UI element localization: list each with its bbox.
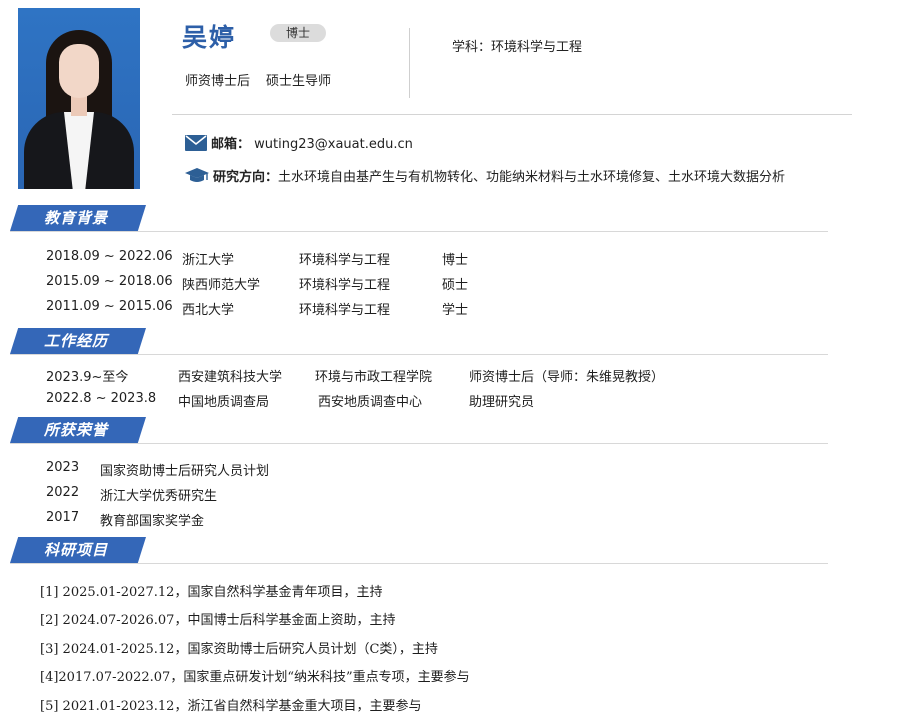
education-degree: 学士 bbox=[442, 303, 469, 318]
education-degree: 硕士 bbox=[442, 278, 469, 293]
section-rule bbox=[10, 354, 828, 355]
section-title-honors: 所获荣誉 bbox=[44, 421, 109, 439]
work-dept: 环境与市政工程学院 bbox=[315, 370, 433, 385]
honor-title: 浙江大学优秀研究生 bbox=[100, 489, 218, 504]
subject: 学科：环境科学与工程 bbox=[452, 40, 583, 55]
header-divider bbox=[172, 114, 852, 115]
work-role: 师资博士后（导师：朱维晃教授） bbox=[469, 370, 665, 385]
project-item: [5] 2021.01-2023.12，浙江省自然科学基金重大项目，主要参与 bbox=[40, 699, 422, 714]
degree-badge: 博士 bbox=[270, 24, 326, 42]
section-title-education: 教育背景 bbox=[44, 209, 109, 227]
email-label: 邮箱： bbox=[211, 137, 251, 152]
project-item: [2] 2024.07-2026.07，中国博士后科学基金面上资助，主持 bbox=[40, 613, 396, 628]
project-item: [4]2017.07-2022.07，国家重点研发计划“纳米科技”重点专项，主要… bbox=[40, 670, 470, 685]
title-supervisor: 硕士生导师 bbox=[266, 74, 332, 89]
section-title-work: 工作经历 bbox=[44, 332, 109, 350]
section-rule bbox=[10, 563, 828, 564]
education-period: 2011.09 ~ 2015.06 bbox=[46, 299, 173, 314]
project-item: [3] 2024.01-2025.12，国家资助博士后研究人员计划（C类），主持 bbox=[40, 642, 438, 657]
research-value: 土水环境自由基产生与有机物转化、功能纳米材料与土水环境修复、土水环境大数据分析 bbox=[278, 170, 786, 185]
email-row: 邮箱： wuting23@xauat.edu.cn bbox=[185, 133, 413, 155]
research-row: 研究方向：土水环境自由基产生与有机物转化、功能纳米材料与土水环境修复、土水环境大… bbox=[185, 166, 785, 189]
education-major: 环境科学与工程 bbox=[299, 253, 391, 268]
person-name: 吴婷 bbox=[182, 23, 237, 52]
work-org: 中国地质调查局 bbox=[178, 395, 270, 410]
graduation-cap-icon bbox=[185, 167, 209, 189]
section-title-projects: 科研项目 bbox=[44, 541, 109, 559]
section-rule bbox=[10, 443, 828, 444]
work-role: 助理研究员 bbox=[469, 395, 535, 410]
education-school: 西北大学 bbox=[182, 303, 235, 318]
honor-year: 2022 bbox=[46, 485, 80, 500]
work-org: 西安建筑科技大学 bbox=[178, 370, 283, 385]
envelope-icon bbox=[185, 134, 207, 155]
education-major: 环境科学与工程 bbox=[299, 303, 391, 318]
honor-title: 国家资助博士后研究人员计划 bbox=[100, 464, 270, 479]
profile-photo bbox=[18, 8, 140, 189]
work-dept: 西安地质调查中心 bbox=[318, 395, 423, 410]
education-period: 2018.09 ~ 2022.06 bbox=[46, 249, 173, 264]
education-major: 环境科学与工程 bbox=[299, 278, 391, 293]
titles: 师资博士后 硕士生导师 bbox=[185, 70, 331, 89]
vertical-divider bbox=[409, 28, 410, 98]
section-rule bbox=[10, 231, 828, 232]
honor-year: 2023 bbox=[46, 460, 80, 475]
honor-title: 教育部国家奖学金 bbox=[100, 514, 205, 529]
work-period: 2023.9~至今 bbox=[46, 370, 129, 385]
education-school: 陕西师范大学 bbox=[182, 278, 261, 293]
education-school: 浙江大学 bbox=[182, 253, 235, 268]
email-value[interactable]: wuting23@xauat.edu.cn bbox=[254, 137, 413, 152]
education-degree: 博士 bbox=[442, 253, 469, 268]
honor-year: 2017 bbox=[46, 510, 80, 525]
project-item: [1] 2025.01-2027.12，国家自然科学基金青年项目，主持 bbox=[40, 585, 383, 600]
research-label: 研究方向： bbox=[213, 170, 279, 185]
education-period: 2015.09 ~ 2018.06 bbox=[46, 274, 173, 289]
work-period: 2022.8 ~ 2023.8 bbox=[46, 391, 157, 406]
title-postdoc: 师资博士后 bbox=[185, 74, 251, 89]
